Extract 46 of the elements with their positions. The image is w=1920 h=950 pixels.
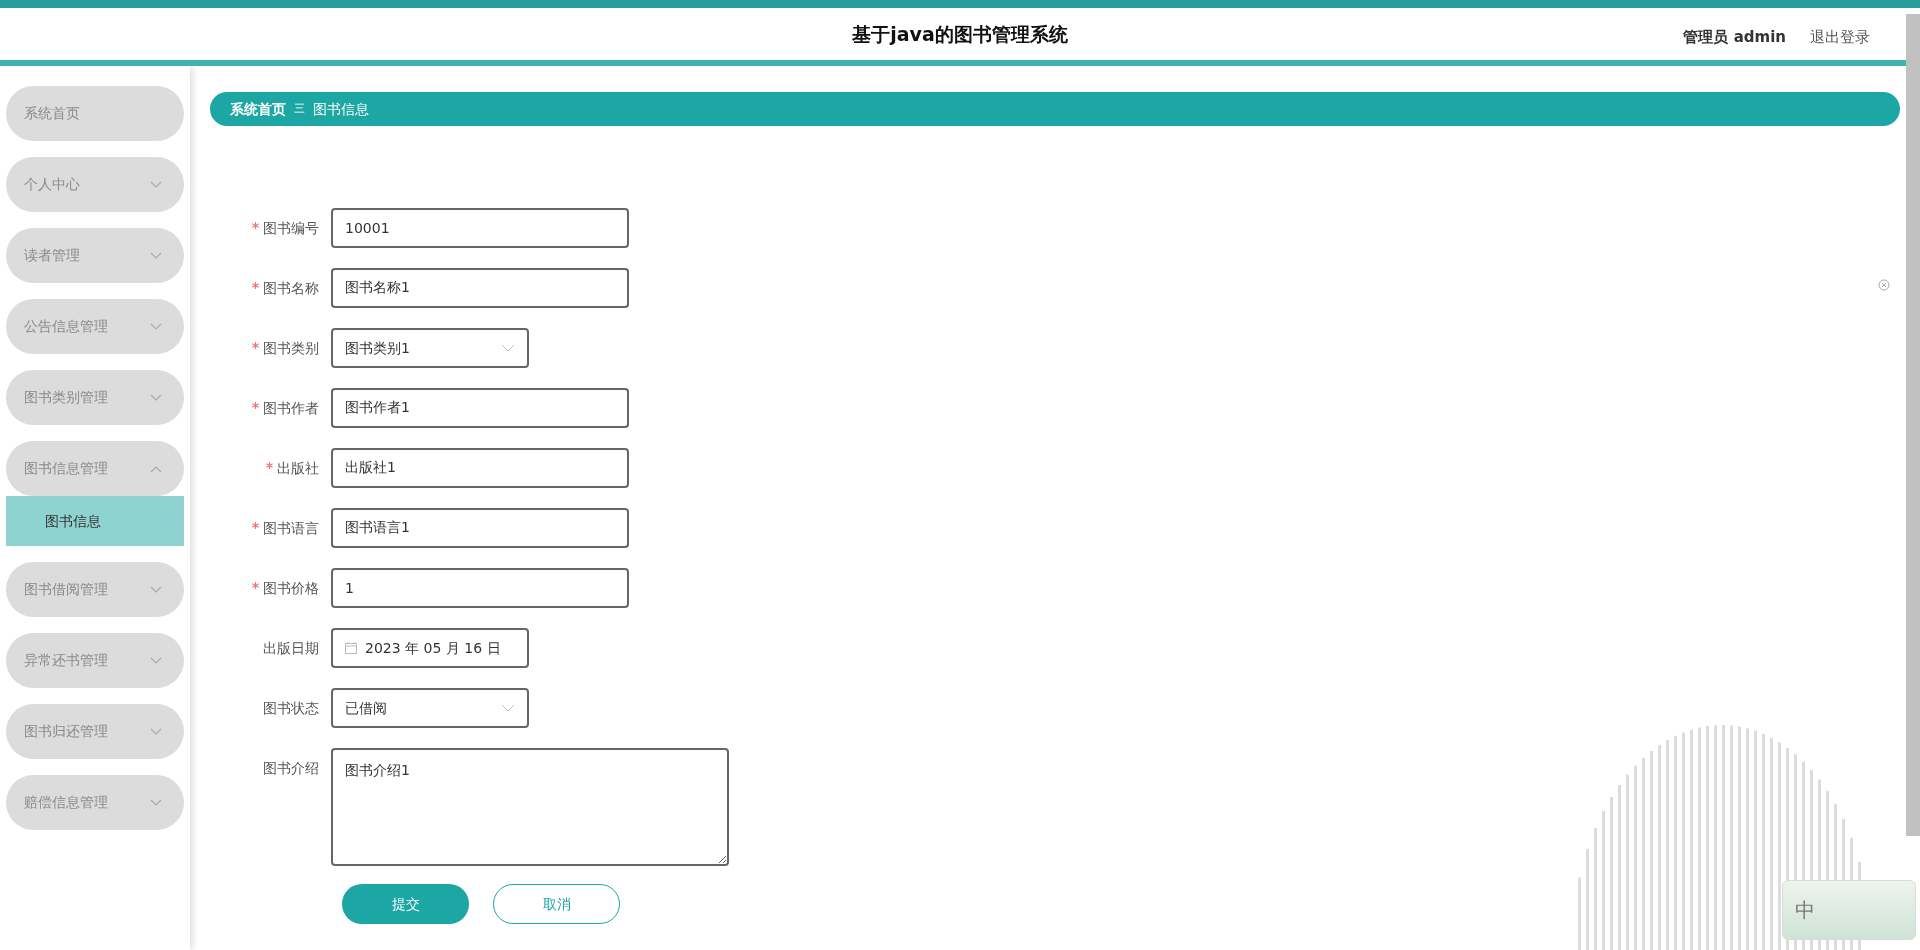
app-title: 基于java的图书管理系统 — [852, 21, 1068, 47]
admin-label: 管理员 admin — [1683, 27, 1786, 48]
sidebar-item[interactable]: 图书信息管理 — [6, 441, 184, 496]
field-label: 出版社 — [190, 448, 331, 488]
select-field[interactable]: 已借阅 — [331, 688, 529, 728]
input-field[interactable]: 出版社1 — [331, 448, 629, 488]
sidebar-item[interactable]: 异常还书管理 — [6, 633, 184, 688]
cancel-button[interactable]: 取消 — [493, 884, 620, 924]
textarea-field[interactable]: 图书介绍1 — [331, 748, 729, 866]
close-icon[interactable] — [1878, 279, 1890, 291]
field-label: 图书名称 — [190, 268, 331, 308]
sidebar-item[interactable]: 系统首页 — [6, 86, 184, 141]
submit-button[interactable]: 提交 — [342, 884, 469, 924]
ime-mode-label: 中 — [1795, 897, 1815, 924]
chevron-down-icon — [501, 704, 515, 712]
sidebar-item[interactable]: 图书借阅管理 — [6, 562, 184, 617]
input-field[interactable]: 图书作者1 — [331, 388, 629, 428]
breadcrumb-home[interactable]: 系统首页 — [230, 98, 286, 120]
sidebar-item[interactable]: 赔偿信息管理 — [6, 775, 184, 830]
field-label: 图书状态 — [262, 699, 320, 718]
input-field[interactable]: 图书名称1 — [331, 268, 629, 308]
sidebar-item[interactable]: 图书归还管理 — [6, 704, 184, 759]
sidebar-subitem[interactable]: 图书信息 — [6, 496, 184, 546]
chevron-down-icon — [501, 344, 515, 352]
input-field[interactable]: 图书语言1 — [331, 508, 629, 548]
field-label: 出版日期 — [262, 639, 320, 658]
breadcrumb-separator: 三 — [294, 100, 305, 117]
sidebar-item[interactable]: 图书类别管理 — [6, 370, 184, 425]
field-label: 图书语言 — [190, 508, 331, 548]
calendar-icon — [345, 642, 357, 654]
ime-toolbar[interactable]: 中 — [1782, 880, 1916, 940]
select-field[interactable]: 图书类别1 — [331, 328, 529, 368]
field-label: 图书作者 — [190, 388, 331, 428]
field-label: 图书编号 — [190, 208, 331, 248]
field-label: 图书类别 — [190, 328, 331, 368]
field-label: 图书价格 — [190, 568, 331, 608]
sidebar-item[interactable]: 个人中心 — [6, 157, 184, 212]
sidebar-item[interactable]: 公告信息管理 — [6, 299, 184, 354]
date-field[interactable]: 2023 年 05 月 16 日 — [331, 628, 529, 668]
logout-link[interactable]: 退出登录 — [1810, 26, 1870, 49]
sidebar-item[interactable]: 读者管理 — [6, 228, 184, 283]
input-field[interactable]: 10001 — [331, 208, 629, 248]
breadcrumb-current: 图书信息 — [313, 99, 369, 119]
field-label: 图书介绍 — [262, 759, 320, 778]
scrollbar[interactable] — [1906, 14, 1920, 836]
input-field[interactable]: 1 — [331, 568, 629, 608]
